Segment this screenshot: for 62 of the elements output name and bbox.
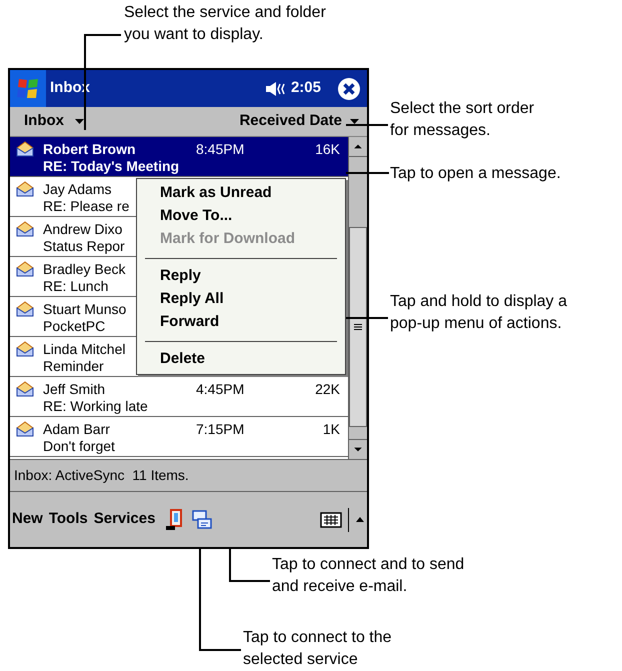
status-text: Inbox: ActiveSync 11 Items. <box>14 466 189 485</box>
flag-logo-icon <box>15 76 41 100</box>
envelope-icon <box>16 301 34 317</box>
envelope-icon <box>16 141 34 157</box>
sender-name: Bradley Beck <box>43 261 126 278</box>
scroll-thumb[interactable] <box>349 227 367 427</box>
clock-time[interactable]: 2:05 <box>290 77 321 100</box>
envelope-icon <box>16 421 34 437</box>
envelope-icon <box>16 261 34 277</box>
callout-text: Tap to connect and to send and receive e-mail. <box>272 555 464 597</box>
caret-icon <box>350 119 359 124</box>
keyboard-icon[interactable] <box>320 512 342 528</box>
folder-dropdown[interactable]: Inbox <box>18 110 84 133</box>
message-subject: RE: Lunch <box>43 278 108 295</box>
message-subject: RE: Today's Meeting <box>43 158 180 175</box>
message-subject: RE: Please re <box>43 198 130 215</box>
message-row[interactable]: Robert Brown 8:45PM 16K RE: Today's Meeting <box>10 137 348 177</box>
speaker-icon[interactable] <box>264 80 287 96</box>
message-size: 1K <box>322 421 340 438</box>
sender-name: Andrew Dixo <box>43 221 122 238</box>
message-size: 22K <box>314 381 340 398</box>
menu-item[interactable]: Reply All <box>137 288 345 311</box>
envelope-icon <box>16 221 34 237</box>
envelope-icon <box>16 341 34 357</box>
start-button[interactable] <box>10 70 46 107</box>
menu-item[interactable]: Reply <box>137 265 345 288</box>
message-subject: Reminder <box>43 358 104 375</box>
menu-item[interactable]: Move To... <box>137 205 345 228</box>
callout-text: Select the service and folder you want to display. <box>124 3 326 45</box>
menu-bar-item[interactable]: Tools <box>48 508 88 531</box>
caret-up-icon[interactable] <box>355 516 365 524</box>
message-size: 16K <box>314 141 340 158</box>
sender-name: Adam Barr <box>43 421 110 438</box>
sort-dropdown[interactable]: Received Date <box>239 110 359 133</box>
sender-name: Robert Brown <box>43 141 136 158</box>
received-time: 4:45PM <box>196 381 246 398</box>
callout-text: Tap and hold to display a pop-up menu of actions. <box>390 292 568 334</box>
message-subject: Don't forget <box>43 438 115 455</box>
callout-text: Select the sort order for messages. <box>390 99 534 141</box>
caret-icon <box>75 119 84 124</box>
received-time: 8:45PM <box>196 141 246 158</box>
message-subject: RE: Working late <box>43 398 148 415</box>
menu-item[interactable]: Delete <box>137 348 345 371</box>
envelope-icon <box>16 181 34 197</box>
envelope-icon <box>16 381 34 397</box>
message-subject: PocketPC <box>43 318 106 335</box>
close-icon[interactable] <box>337 76 361 100</box>
menu-bar-item[interactable]: New <box>12 508 43 531</box>
message-subject: Status Repor <box>43 238 125 255</box>
scroll-bar[interactable] <box>348 137 367 459</box>
menu-item[interactable]: Forward <box>137 311 345 334</box>
menu-bar-item[interactable]: Services <box>94 508 156 531</box>
received-time: 7:15PM <box>196 421 246 438</box>
menu-item[interactable]: Mark as Unread <box>137 182 345 205</box>
sender-name: Jeff Smith <box>43 381 105 398</box>
sender-name: Jay Adams <box>43 181 112 198</box>
callout-text: Tap to connect to the selected service <box>243 628 392 670</box>
send-receive-icon[interactable] <box>191 508 214 530</box>
sender-name: Linda Mitchel <box>43 341 126 358</box>
sender-name: Stuart Munso <box>43 301 126 318</box>
grip-icon <box>354 324 362 330</box>
callout-text: Tap to open a message. <box>390 164 561 184</box>
